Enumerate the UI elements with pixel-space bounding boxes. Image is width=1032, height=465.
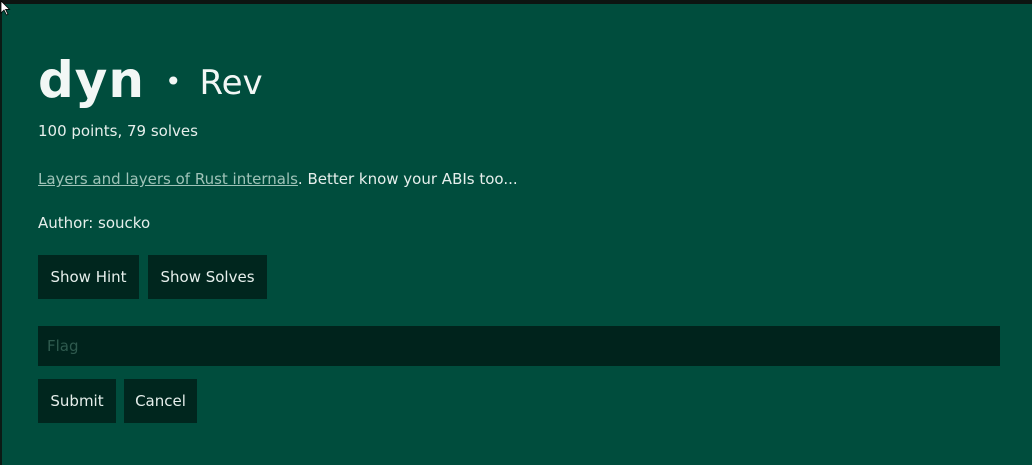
description-text: . Better know your ABIs too... — [297, 170, 518, 188]
challenge-title: dyn • Rev — [38, 54, 263, 106]
challenge-author: Author: soucko — [38, 214, 151, 232]
challenge-category: Rev — [199, 63, 263, 103]
title-separator: • — [164, 65, 182, 98]
challenge-description: Layers and layers of Rust internals. Bet… — [38, 170, 518, 188]
challenge-modal: dyn • Rev 100 points, 79 solves Layers a… — [2, 4, 1032, 465]
cancel-button[interactable]: Cancel — [124, 379, 197, 423]
challenge-name: dyn — [38, 51, 145, 109]
show-solves-button[interactable]: Show Solves — [148, 255, 267, 299]
mouse-cursor-icon — [0, 0, 11, 16]
description-link[interactable]: Layers and layers of Rust internals — [38, 170, 298, 188]
flag-input[interactable] — [38, 326, 1000, 366]
show-hint-button[interactable]: Show Hint — [38, 255, 139, 299]
challenge-meta: 100 points, 79 solves — [38, 122, 198, 140]
submit-button[interactable]: Submit — [38, 379, 116, 423]
